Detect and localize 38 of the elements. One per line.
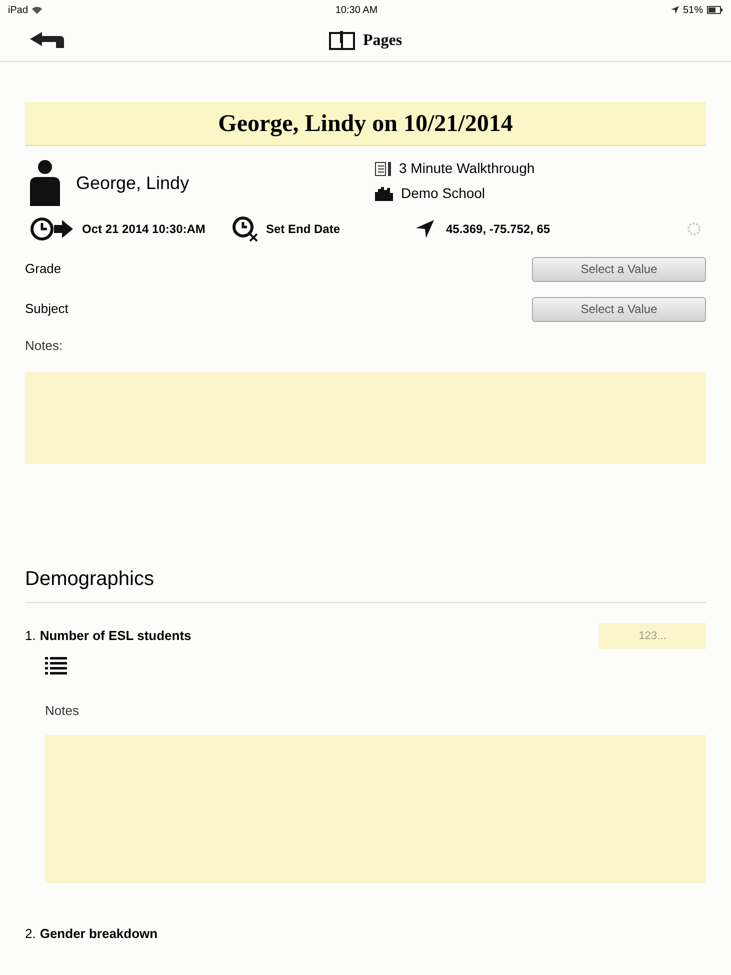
question-label: Number of ESL students xyxy=(40,627,192,646)
spinner-icon xyxy=(687,222,701,236)
building-icon xyxy=(375,186,393,200)
nav-title: Pages xyxy=(362,30,402,50)
book-icon xyxy=(328,30,355,50)
page-title: George, Lindy on 10/21/2014 xyxy=(218,110,513,138)
location-coordinates: 45.369, -75.752, 65 xyxy=(446,221,550,238)
wifi-icon xyxy=(32,6,42,14)
start-date: Oct 21 2014 10:30:AM xyxy=(82,221,206,238)
form-name: 3 Minute Walkthrough xyxy=(399,159,535,178)
device-name: iPad xyxy=(8,4,28,18)
value-select-button[interactable]: Select a Value xyxy=(532,256,706,282)
question-notes-label: Notes xyxy=(45,703,79,718)
list-icon[interactable] xyxy=(45,657,67,675)
number-input-field[interactable]: 123... xyxy=(599,623,706,649)
status-time: 10:30 AM xyxy=(335,4,378,18)
form-icon xyxy=(375,162,391,176)
location-arrow-icon xyxy=(670,6,679,14)
notes-field[interactable] xyxy=(25,372,706,464)
value-select-button[interactable]: Select a Value xyxy=(532,296,706,322)
set-end-date-button[interactable]: Set End Date xyxy=(266,220,416,238)
clock-arrow-icon xyxy=(30,217,74,241)
field-label: Subject xyxy=(25,300,68,318)
notes-label: Notes: xyxy=(25,338,63,353)
location-arrow-icon xyxy=(416,220,434,238)
person-icon xyxy=(30,160,60,206)
section-title: Demographics xyxy=(25,568,154,590)
school-name: Demo School xyxy=(401,184,486,203)
question-number: 1. xyxy=(25,627,36,646)
back-button[interactable] xyxy=(30,32,66,50)
question-label: Gender breakdown xyxy=(40,925,158,944)
person-name: George, Lindy xyxy=(76,172,190,195)
question-notes-field[interactable] xyxy=(45,735,706,883)
battery-icon xyxy=(706,6,723,14)
question-number: 2. xyxy=(25,925,36,944)
battery-percent: 51% xyxy=(682,4,703,18)
field-label: Grade xyxy=(25,260,62,278)
clock-cross-icon xyxy=(232,216,258,242)
